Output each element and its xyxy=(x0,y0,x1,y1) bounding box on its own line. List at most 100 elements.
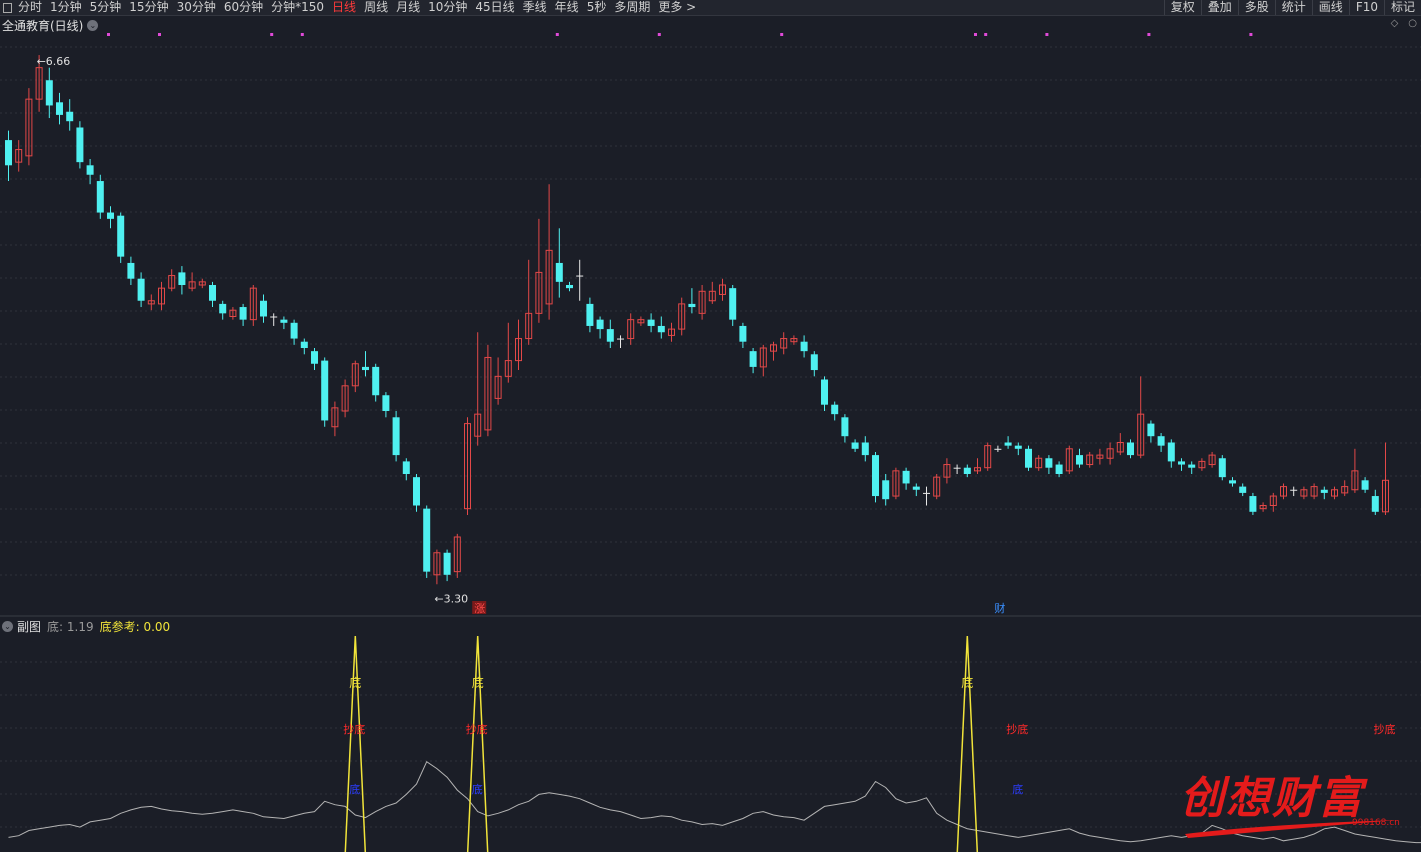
candle-body-down xyxy=(290,322,298,339)
blue-di-label: 底 xyxy=(1012,782,1023,796)
candle-body-down xyxy=(5,140,12,166)
candle-body-down xyxy=(953,467,961,469)
candle-body-down xyxy=(239,307,247,320)
candle-body-down xyxy=(382,395,390,411)
chaodi-label: 抄底 xyxy=(1006,722,1028,736)
signal-dot xyxy=(657,33,661,36)
indicator-di-value: 底: 1.19 xyxy=(47,620,94,634)
signal-dot xyxy=(984,33,988,36)
watermark-url: 998168.cn xyxy=(1352,818,1400,828)
candle-body-down xyxy=(66,111,74,122)
candle-body-down xyxy=(586,303,594,326)
candle-body-down xyxy=(311,351,318,364)
candle-body-down xyxy=(260,300,267,317)
blue-di-label: 底 xyxy=(472,782,483,796)
candle-body-down xyxy=(800,341,808,352)
candle-body-down xyxy=(76,127,84,163)
candle-body-down xyxy=(1178,461,1185,465)
watermark-logo: 创想财富 998168.cn xyxy=(1180,762,1410,842)
candle-body-down xyxy=(270,316,278,318)
candle-body-down xyxy=(1320,489,1328,493)
candle-body-down xyxy=(137,278,145,301)
di-label: 底 xyxy=(472,675,484,690)
candle-body-down xyxy=(749,351,757,367)
candle-body-down xyxy=(1076,455,1083,465)
settings-icon[interactable]: ○ xyxy=(1408,18,1417,29)
candle-body-down xyxy=(402,461,410,474)
candle-body-down xyxy=(321,360,329,421)
signal-dot xyxy=(1249,33,1253,36)
candle-body-down xyxy=(606,329,614,342)
candle-body-down xyxy=(117,215,125,257)
candle-body-down xyxy=(1127,442,1134,456)
sub-chart-name[interactable]: 副图 xyxy=(17,618,41,635)
signal-dot xyxy=(555,33,559,36)
candle-body-down xyxy=(821,379,828,405)
candle-body-down xyxy=(841,417,849,437)
candle-body-down xyxy=(596,319,604,330)
indicator-di-ref-value: 底参考: 0.00 xyxy=(99,620,171,634)
chevron-down-icon[interactable]: ⌄ xyxy=(87,20,99,31)
chaodi-label: 抄底 xyxy=(343,722,365,736)
signal-dot xyxy=(158,33,161,36)
signal-dot xyxy=(107,33,110,36)
candle-body-down xyxy=(851,442,859,449)
candle-body-down xyxy=(372,366,380,396)
candle-body-down xyxy=(96,181,104,213)
signal-dot xyxy=(1147,33,1151,36)
di-label: 底 xyxy=(349,675,361,690)
candle-body-down xyxy=(1014,445,1022,449)
candle-body-down xyxy=(219,303,227,314)
sub-chart-header: ⌄ 副图 底: 1.19 底参考: 0.00 xyxy=(2,618,170,635)
candle-body-down xyxy=(963,467,971,474)
candle-body-down xyxy=(831,404,839,415)
event-marker: 涨 xyxy=(474,602,485,615)
candle-body-down xyxy=(657,325,665,333)
signal-dot xyxy=(300,33,304,36)
watermark-swoosh xyxy=(1185,820,1398,838)
candle-body-down xyxy=(1055,464,1063,474)
candle-body-down xyxy=(362,366,369,371)
candle-body-down xyxy=(1218,458,1226,478)
stock-title: 全通教育(日线) xyxy=(2,19,84,33)
candle-body-down xyxy=(1249,496,1257,512)
candle-body-down xyxy=(566,285,573,289)
candle-body-down xyxy=(1025,448,1032,468)
candle-body-down xyxy=(647,319,655,326)
candle-body-down xyxy=(617,338,624,340)
candle-body-down xyxy=(1004,442,1012,446)
candle-body-down xyxy=(1157,436,1165,446)
candle-body-down xyxy=(688,303,696,308)
candle-body-down xyxy=(923,492,930,494)
candle-body-down xyxy=(56,102,63,115)
candle-body-down xyxy=(1188,464,1196,468)
bottom-signal-spike xyxy=(956,635,979,852)
high-price-label: ←6.66 xyxy=(37,55,71,68)
candle-body-down xyxy=(300,341,308,348)
candle-body-down xyxy=(861,442,869,456)
candle-body-down xyxy=(902,470,910,484)
candle-body-down xyxy=(1045,458,1053,468)
candle-body-down xyxy=(555,262,563,282)
candle-body-down xyxy=(994,448,1002,450)
blue-di-label: 底 xyxy=(349,782,360,796)
candle-body-down xyxy=(1229,480,1236,484)
bottom-signal-spike xyxy=(466,635,489,852)
di-label: 底 xyxy=(961,675,973,690)
candle-body-down xyxy=(1290,489,1298,491)
candle-body-down xyxy=(729,288,737,320)
signal-dot xyxy=(1045,33,1049,36)
bottom-signal-spike xyxy=(344,635,367,852)
candle-body-down xyxy=(127,262,135,279)
diamond-icon[interactable]: ◇ xyxy=(1391,18,1399,29)
candle-body-down xyxy=(86,165,94,175)
candle-body-down xyxy=(1167,442,1175,462)
low-price-label: ←3.30 xyxy=(434,592,468,605)
candle-body-down xyxy=(178,272,186,285)
main-chart-title: 全通教育(日线) ⌄ xyxy=(2,17,99,34)
signal-dot xyxy=(270,33,274,36)
chevron-down-icon[interactable]: ⌄ xyxy=(2,621,13,632)
chaodi-label: 抄底 xyxy=(1374,722,1396,736)
candle-body-down xyxy=(280,319,288,323)
candle-body-down xyxy=(423,508,431,572)
